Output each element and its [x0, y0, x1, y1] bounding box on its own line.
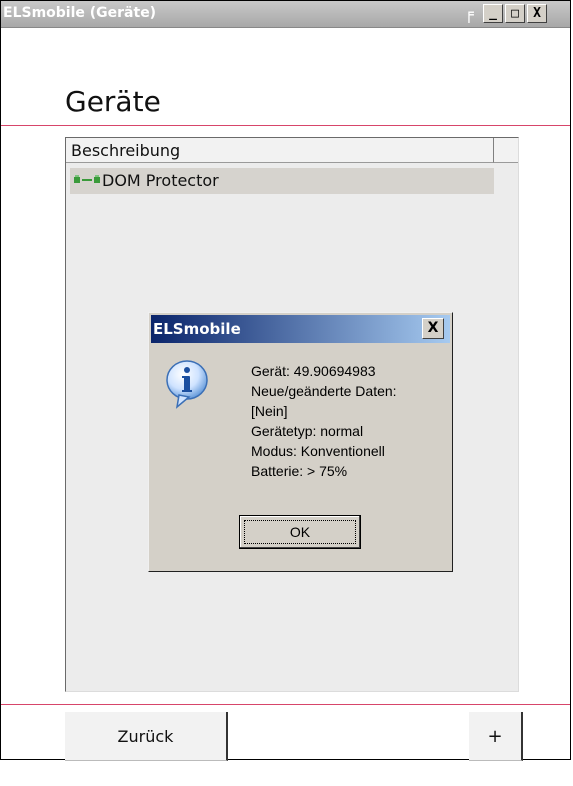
device-list[interactable]: Beschreibung DOM Protector ELSmobile X G… [65, 137, 519, 692]
close-icon: X [533, 6, 541, 21]
page-title: Geräte [65, 85, 161, 118]
dialog-title: ELSmobile [153, 320, 241, 338]
back-button[interactable]: Zurück [65, 712, 228, 761]
dialog-line: Batterie: > 75% [251, 463, 348, 479]
dialog-titlebar[interactable]: ELSmobile X [151, 315, 450, 343]
header-divider [1, 125, 570, 126]
column-header-beschreibung[interactable]: Beschreibung [66, 138, 494, 163]
column-header-filler [494, 138, 518, 163]
info-icon [166, 360, 208, 409]
dialog-line: [Nein] [251, 403, 288, 419]
dialog-line: Modus: Konventionell [251, 443, 385, 459]
minimize-button[interactable]: _ [483, 4, 503, 23]
maximize-button[interactable]: □ [505, 4, 525, 23]
dialog-line: Gerätetyp: normal [251, 423, 364, 439]
list-item[interactable]: DOM Protector [70, 168, 494, 194]
window-title: ELSmobile (Geräte) [3, 5, 157, 21]
close-icon: X [427, 320, 439, 336]
minimize-icon: _ [489, 6, 497, 21]
dialog-close-button[interactable]: X [422, 318, 444, 339]
pin-icon[interactable]: ╒ [459, 4, 479, 23]
window-titlebar[interactable]: ELSmobile (Geräte) ╒ _ □ X [1, 1, 570, 28]
maximize-icon: □ [511, 6, 519, 21]
app-window: ELSmobile (Geräte) ╒ _ □ X Geräte Beschr… [0, 0, 571, 761]
dialog-line: Neue/geänderte Daten: [251, 383, 397, 399]
close-button[interactable]: X [527, 4, 547, 23]
dialog-message: Gerät: 49.90694983 Neue/geänderte Daten:… [251, 361, 397, 481]
footer-divider [1, 704, 570, 705]
dialog-line: Gerät: 49.90694983 [251, 363, 376, 379]
ok-button[interactable]: OK [239, 515, 361, 549]
list-item-label: DOM Protector [102, 171, 219, 190]
add-button[interactable]: + [469, 712, 523, 761]
device-link-icon [74, 175, 100, 183]
info-dialog: ELSmobile X Gerät: 49.90694983 Neue/geän… [148, 312, 453, 572]
